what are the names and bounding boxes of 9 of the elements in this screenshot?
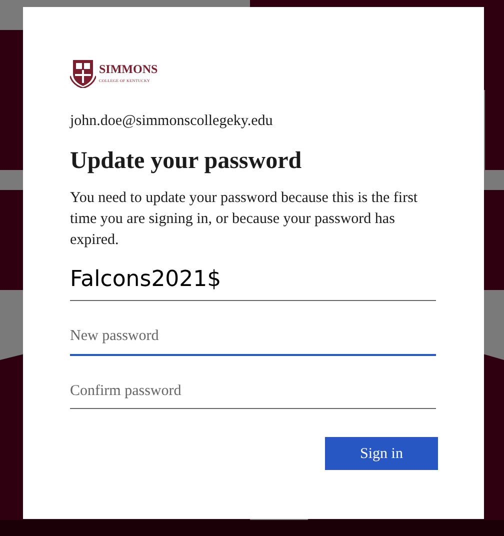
logo-name: SIMMONS <box>99 63 158 75</box>
sign-in-button[interactable]: Sign in <box>325 437 438 470</box>
info-message: You need to update your password because this is the first time you are signing in, or because your password has expired. <box>70 189 419 250</box>
password-field[interactable]: New password <box>70 321 436 356</box>
shield-icon <box>70 58 96 88</box>
password-field[interactable]: Confirm password <box>70 376 436 410</box>
page-title: Update your password <box>70 146 303 176</box>
password-field[interactable]: Falcons2021$ <box>70 261 436 302</box>
account-email: john.doe@simmonscollegeky.edu <box>70 112 274 131</box>
